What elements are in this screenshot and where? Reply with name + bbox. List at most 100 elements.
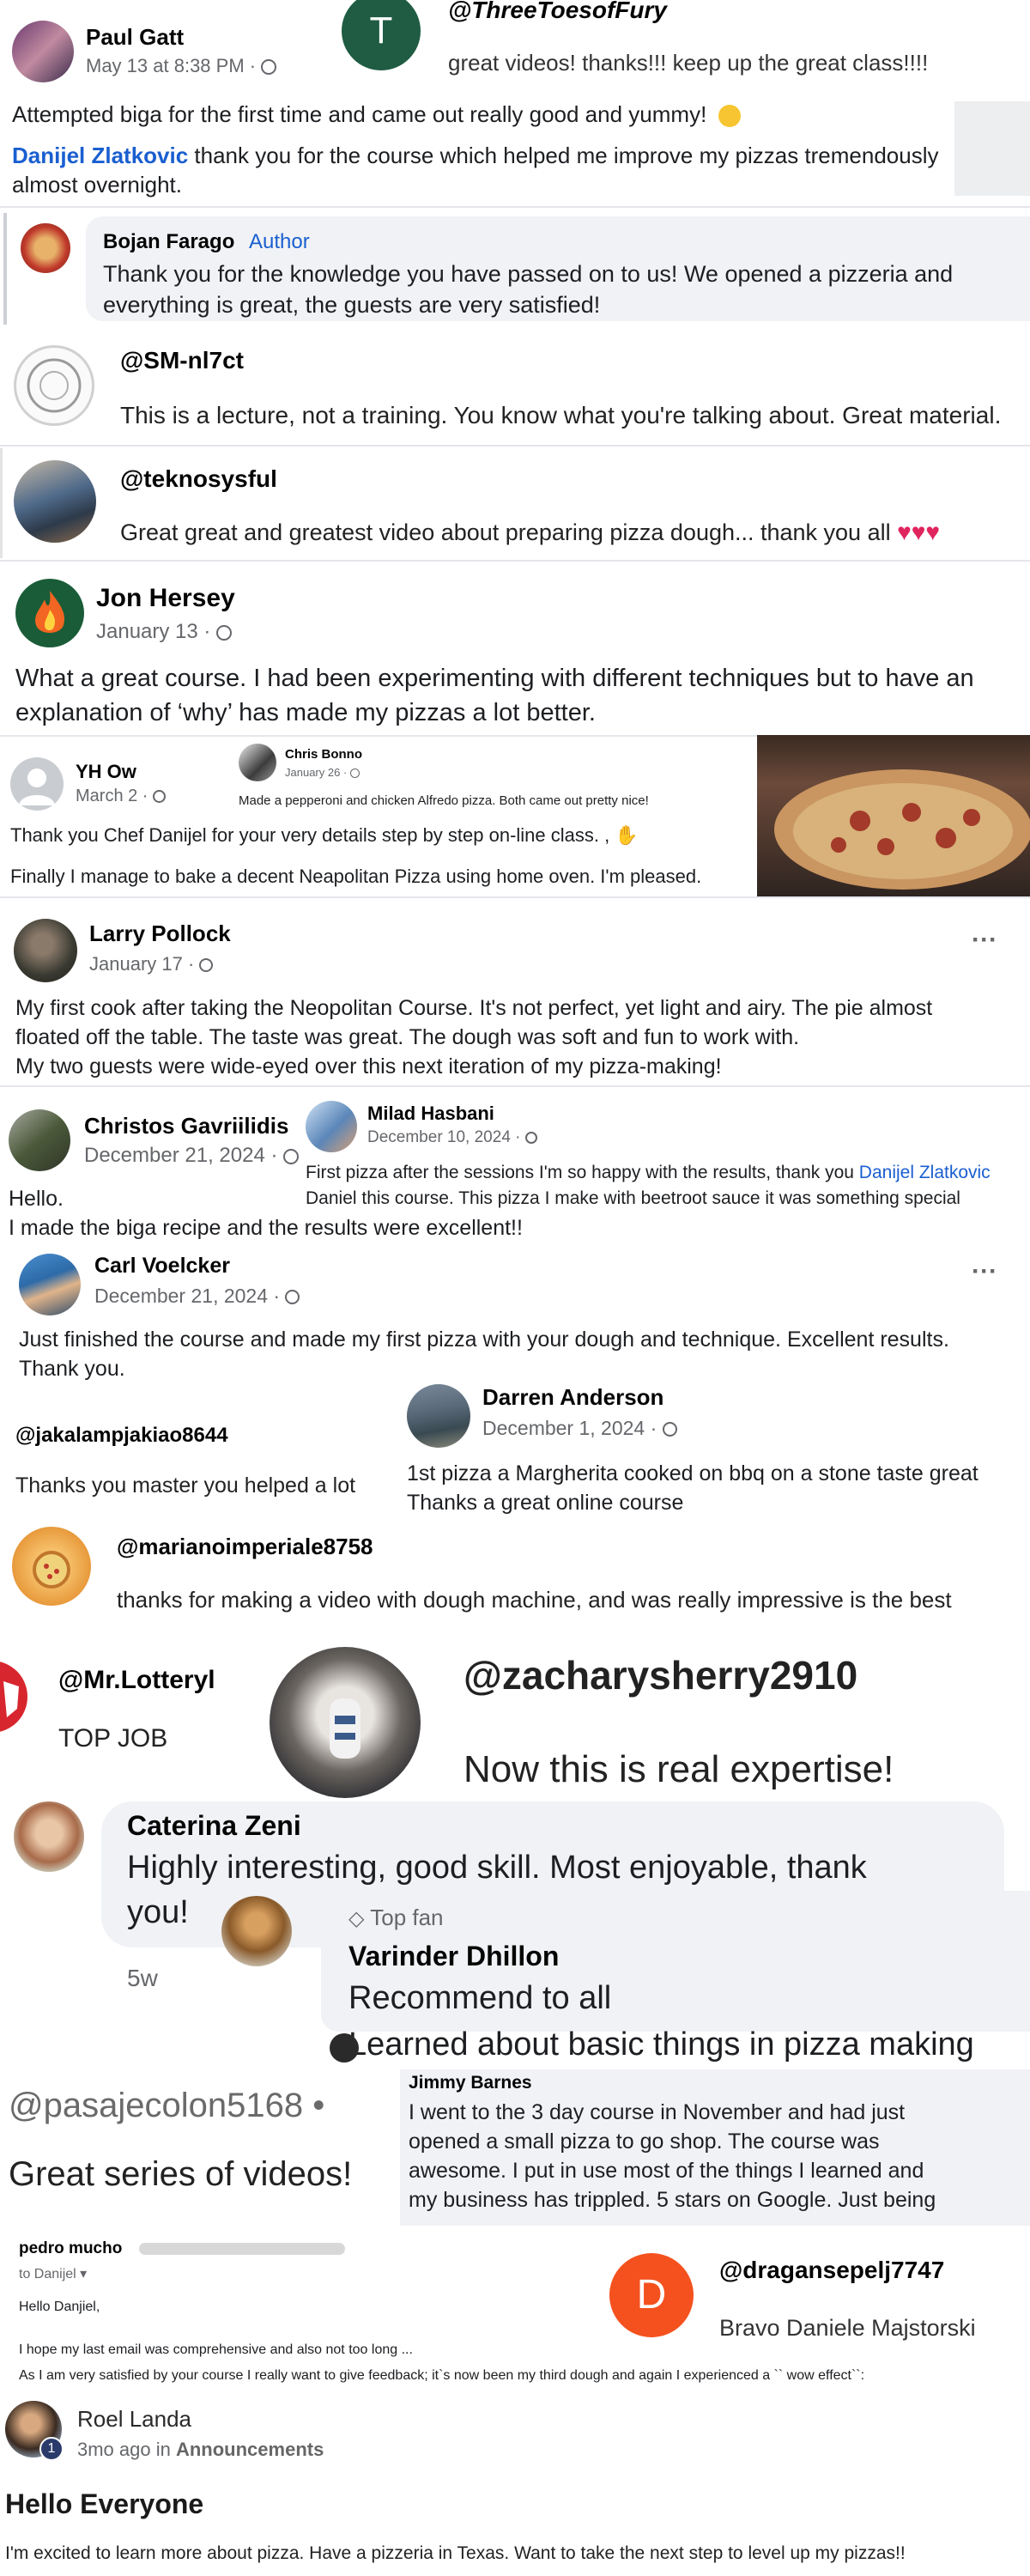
timestamp[interactable]: January 13 · [96,620,233,644]
timestamp[interactable]: January 17 · [89,953,214,975]
commenter-name[interactable]: Chris Bonno [285,747,362,762]
commenter-name[interactable]: Darren Anderson [482,1384,663,1411]
commenter-handle[interactable]: @zacharysherry2910 [464,1652,857,1698]
commenter-name[interactable]: Jimmy Barnes [409,2073,532,2093]
globe-icon [285,1290,300,1305]
flame-icon [35,591,65,633]
timestamp[interactable]: December 21, 2024 · [84,1144,300,1168]
commenter-handle[interactable]: @pasajecolon5168 • [9,2087,324,2125]
timestamp[interactable]: 5w [127,1965,158,1992]
sender-name[interactable]: pedro mucho [19,2239,122,2258]
more-icon[interactable]: ··· [972,926,997,955]
avatar[interactable] [14,460,96,543]
globe-icon [283,1148,300,1164]
comment-teknosysful: @teknosysful Great great and greatest vi… [0,448,1030,558]
comment-text: Just finished the course and made my fir… [19,1327,949,1352]
comment-text: Hello. [9,1187,64,1211]
email-greeting: Hello Danjiel, [19,2300,100,2314]
commenter-name[interactable]: Christos Gavriilidis [84,1113,288,1139]
commenter-handle[interactable]: @teknosysful [120,465,277,493]
commenter-name[interactable]: Milad Hasbani [367,1103,494,1125]
avatar[interactable] [14,345,94,426]
avatar[interactable] [14,919,77,982]
commenter-name[interactable]: Bojan Farago [103,230,234,254]
commenter-name[interactable]: Jon Hersey [96,584,235,613]
comment-text-2: Finally I manage to bake a decent Neapol… [10,866,702,887]
avatar[interactable] [9,1109,70,1171]
commenter-handle[interactable]: @dragansepelj7747 [719,2257,944,2284]
commenter-name[interactable]: Carl Voelcker [94,1254,230,1279]
avatar-small[interactable] [330,2033,359,2063]
post-meta: 3mo ago in Announcements [77,2439,324,2460]
timestamp[interactable]: May 13 at 8:38 PM · [86,55,277,77]
avatar[interactable] [306,1101,357,1152]
commenter-name[interactable]: Larry Pollock [89,920,231,947]
globe-icon [349,769,360,779]
commenter-handle[interactable]: @SM-nl7ct [120,347,244,374]
commenter-name[interactable]: Varinder Dhillon [348,1941,559,1972]
robot-icon [330,1698,360,1759]
comment-jimmy-barnes: Jimmy Barnes I went to the 3 day course … [400,2069,1030,2226]
globe-icon [199,958,214,973]
mention-link[interactable]: Danijel Zlatkovic [859,1163,991,1182]
post-text: I'm excited to learn more about pizza. H… [5,2543,906,2563]
avatar[interactable] [12,21,74,82]
more-icon[interactable]: ··· [972,1257,997,1286]
comment-text: Bravo Daniele Majstorski [719,2315,976,2341]
comment-text: Highly interesting, good skill. Most enj… [127,1850,867,1886]
comment-text: What a great course. I had been experime… [15,665,974,692]
mention-link[interactable]: Danijel Zlatkovic [12,143,188,168]
timestamp[interactable]: December 1, 2024 · [482,1417,677,1440]
comment-text: Thank you for the knowledge you have pas… [103,261,954,287]
comment-text: First pizza after the sessions I'm so ha… [306,1163,991,1182]
avatar[interactable]: D [609,2253,694,2337]
author-name[interactable]: Roel Landa [77,2406,191,2433]
comment-text-3: awesome. I put in use most of the things… [409,2159,924,2183]
smiley-icon [718,105,741,128]
comment-pasajecolon5168: @pasajecolon5168 • Great series of video… [0,2069,412,2215]
category-link[interactable]: Announcements [176,2439,324,2460]
post-title: Hello Everyone [5,2488,204,2519]
comment-darren-anderson: Darren Anderson December 1, 2024 · 1st p… [403,1372,1030,1525]
avatar[interactable]: T [342,0,421,70]
avatar[interactable] [10,757,64,811]
comment-text: Recommend to all [348,1980,612,2016]
avatar[interactable] [221,1896,292,1966]
comment-milad-hasbani: Milad Hasbani December 10, 2024 · First … [302,1089,1030,1218]
comment-text: Thanks you master you helped a lot [15,1473,356,1498]
pizza-photo[interactable] [757,735,1030,896]
avatar[interactable] [0,1661,27,1733]
timestamp[interactable]: January 26 · [285,766,360,779]
avatar[interactable] [12,1527,91,1606]
redacted-email [139,2243,345,2255]
thread-line [0,448,3,558]
seal-icon [27,358,82,413]
comment-text-2: opened a small pizza to go shop. The cou… [409,2129,880,2154]
avatar[interactable] [21,223,70,273]
timestamp[interactable]: December 10, 2024 · [367,1128,537,1147]
praying-hands-icon: ✋ [615,824,639,846]
comment-dragansepelj7747: D @dragansepelj7747 Bravo Daniele Majsto… [601,2245,1030,2365]
avatar[interactable] [270,1647,421,1798]
recipient-line[interactable]: to Danijel ▾ [19,2265,87,2282]
commenter-handle[interactable]: @marianoimperiale8758 [117,1534,373,1560]
comment-text: Thank you Chef Danijel for your very det… [10,824,639,846]
comment-text-4: my business has trippled. 5 stars on Goo… [409,2188,936,2212]
divider [0,1085,1030,1087]
divider [0,206,1030,208]
timestamp[interactable]: December 21, 2024 · [94,1285,300,1308]
commenter-name[interactable]: YH Ow [76,761,136,783]
commenter-name[interactable]: Caterina Zeni [127,1810,301,1842]
avatar[interactable] [239,744,276,781]
commenter-handle[interactable]: @jakalampjakiao8644 [15,1424,228,1448]
avatar[interactable] [14,1801,84,1872]
commenter-handle[interactable]: @ThreeToesofFury [448,0,667,24]
chevron-down-icon: ▾ [80,2267,88,2281]
commenter-name[interactable]: Paul Gatt [86,24,184,51]
avatar[interactable] [19,1254,81,1315]
avatar[interactable] [15,579,84,647]
timestamp[interactable]: March 2 · [76,787,167,806]
avatar[interactable] [407,1384,470,1448]
divider [0,445,1030,447]
commenter-handle[interactable]: @Mr.Lotteryl [58,1666,215,1695]
